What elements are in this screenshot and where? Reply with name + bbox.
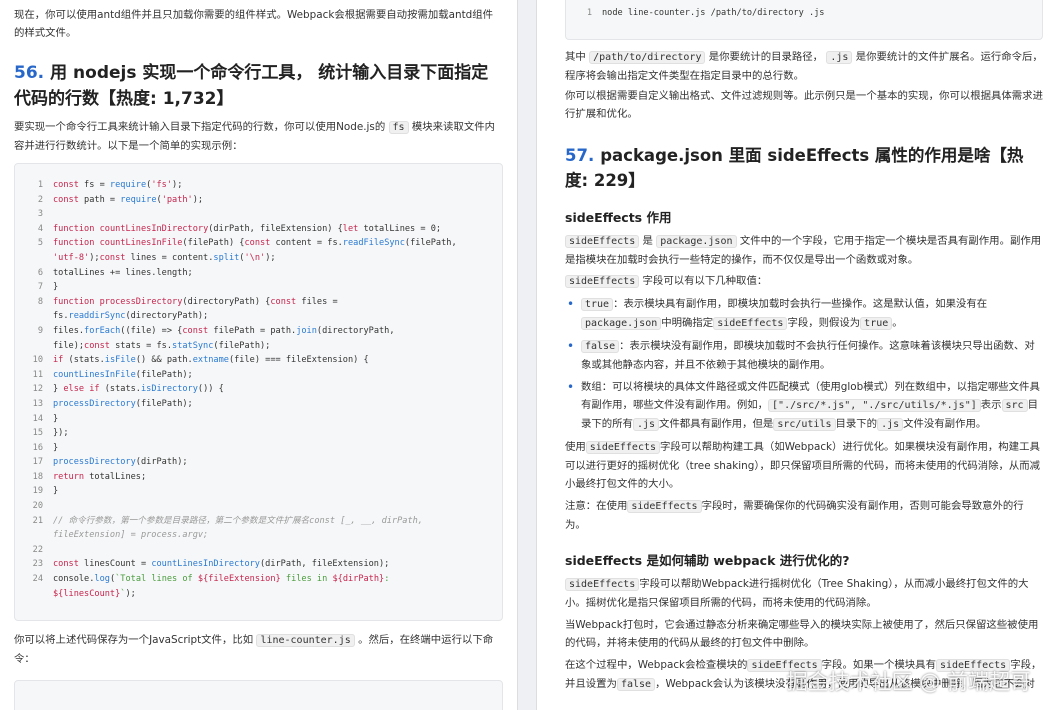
code-line: fileExtension] = process.argv; (53, 530, 209, 541)
code-line: 4 function countLinesInDirectory(dirPath,… (37, 223, 442, 234)
question-number: 56. (14, 63, 45, 83)
right-page: 1 node line-counter.js /path/to/directory… (536, 0, 1053, 710)
subheading-webpack-optimization: sideEffects 是如何辅助 webpack 进行优化的? (565, 553, 850, 568)
intro-paragraph: 现在，你可以使用antd组件并且只加载你需要的组件样式。Webpack会根据需要… (14, 9, 494, 39)
code-line: 12 } else if (stats.isDirectory()) { (32, 384, 224, 395)
code-line: 1 node line-counter.js /path/to/directory… (586, 8, 825, 18)
code-line: 6 totalLines += lines.length; (37, 267, 193, 278)
subheading-sideeffects-role: sideEffects 作用 (565, 210, 672, 225)
code-line: 13 processDirectory(filePath); (32, 398, 193, 409)
inline-code: /path/to/directory (589, 51, 706, 64)
code-line: 22 (32, 544, 43, 555)
code-line: 3 (37, 209, 43, 220)
list-item: false：表示模块没有副作用，即模块加载时不会执行任何操作。这意味着该模块只导… (565, 337, 1043, 374)
code-line: 8 function processDirectory(directoryPath… (37, 296, 338, 307)
q57-paragraph-d: 注意：在使用 sideEffects 字段时，需要确保你的代码确实没有副作用，否则可… (565, 500, 1024, 531)
code-line: 14 } (32, 413, 59, 424)
question-56-heading: 56. 用 nodejs 实现一个命令行工具， 统计输入目录下面指定代码的行数【热… (14, 60, 503, 112)
q57-paragraph-b: sideEffects 字段可以有以下几种取值： (565, 272, 1043, 291)
right-paragraph-2: 你可以根据需要自定义输出格式、文件过滤规则等。此示例只是一个基本的实现，你可以根… (565, 90, 1043, 120)
code-line: 24 console.log(`Total lines of ${fileExte… (32, 574, 390, 585)
code-line: 7 } (37, 282, 59, 293)
q56-paragraph-1: 要实现一个命令行工具来统计输入目录下指定代码的行数，你可以使用Node.js的 … (14, 121, 496, 152)
code-line: 21// 命令行参数，第一个参数是目录路径，第二个参数是文件扩展名const [… (32, 515, 423, 526)
command-code-block: 1 node line-counter.js /path/to/directory… (565, 0, 1043, 40)
code-line: 19} (32, 486, 59, 497)
q57-paragraph-c: 使用 sideEffects 字段可以帮助构建工具（如Webpack）进行优化。如果… (565, 441, 1041, 490)
code-line: 5 function countLinesInFile(filePath) {co… (37, 238, 457, 249)
question-title: 用 nodejs 实现一个命令行工具， 统计输入目录下面指定代码的行数【热度: … (14, 63, 489, 109)
code-line: 2 const path = require('path'); (37, 194, 204, 205)
question-57-heading: 57. package.json 里面 sideEffects 属性的作用是啥【热… (565, 143, 1043, 193)
list-item: 数组：可以将模块的具体文件路径或文件匹配模式（使用glob模式）列在数组中，以指… (565, 378, 1043, 434)
left-page: 现在，你可以使用antd组件并且只加载你需要的组件样式。Webpack会根据需要… (0, 0, 518, 710)
code-line: 11 countLinesInFile(filePath); (32, 369, 193, 380)
code-line: 10 if (stats.isFile() && path.extname(fil… (32, 355, 369, 366)
right-paragraph-1: 其中 /path/to/directory 是你要统计的目录路径， .js 是你… (565, 51, 1043, 82)
code-line: 20 (32, 501, 43, 512)
code-line: 1 const fs = require('fs'); (37, 180, 183, 190)
q57-paragraph-a: sideEffects 是 package.json 文件中的一个字段，它用于指… (565, 235, 1042, 266)
code-line: 9 files.forEach((file) => {const filePat… (37, 325, 395, 336)
code-line: 'utf-8');const lines = content.split('\n… (53, 252, 276, 263)
code-block: 1 const fs = require('fs'); 2 const path =… (14, 163, 503, 621)
question-number: 57. (565, 146, 595, 165)
q57-paragraph-e: sideEffects 字段可以帮助Webpack进行摇树优化（Tree Shak… (565, 578, 1029, 609)
code-line: 23 const linesCount = countLinesInDirecto… (32, 559, 390, 570)
code-line: ${linesCount}`); (53, 588, 136, 599)
inline-code: line-counter.js (256, 634, 355, 647)
inline-code: fs (388, 121, 409, 134)
code-line: 18 return totalLines; (32, 471, 147, 482)
code-line: 16 } (32, 442, 59, 453)
code-line: 15 }); (32, 428, 69, 439)
code-line: fs.readdirSync(directoryPath); (53, 311, 209, 322)
inline-code: .js (826, 51, 853, 64)
list-item: true：表示模块具有副作用，即模块加载时会执行一些操作。这是默认值，如果没有在… (565, 295, 1043, 333)
code-line: 17 processDirectory(dirPath); (32, 457, 188, 468)
q56-paragraph-2: 你可以将上述代码保存为一个JavaScript文件，比如 line-counte… (14, 634, 494, 665)
code-line: file);const stats = fs.statSync(filePath… (53, 340, 271, 351)
question-title: package.json 里面 sideEffects 属性的作用是啥【热度: … (565, 146, 1024, 190)
q57-paragraph-f: 当Webpack打包时，它会通过静态分析来确定哪些导入的模块实际上被使用了，然后… (565, 619, 1039, 649)
code-block-empty (14, 680, 503, 710)
values-list: true：表示模块具有副作用，即模块加载时会执行一些操作。这是默认值，如果没有在… (565, 295, 1043, 434)
watermark: 掘金技术社区 @ 前端超哥 (786, 670, 1031, 694)
